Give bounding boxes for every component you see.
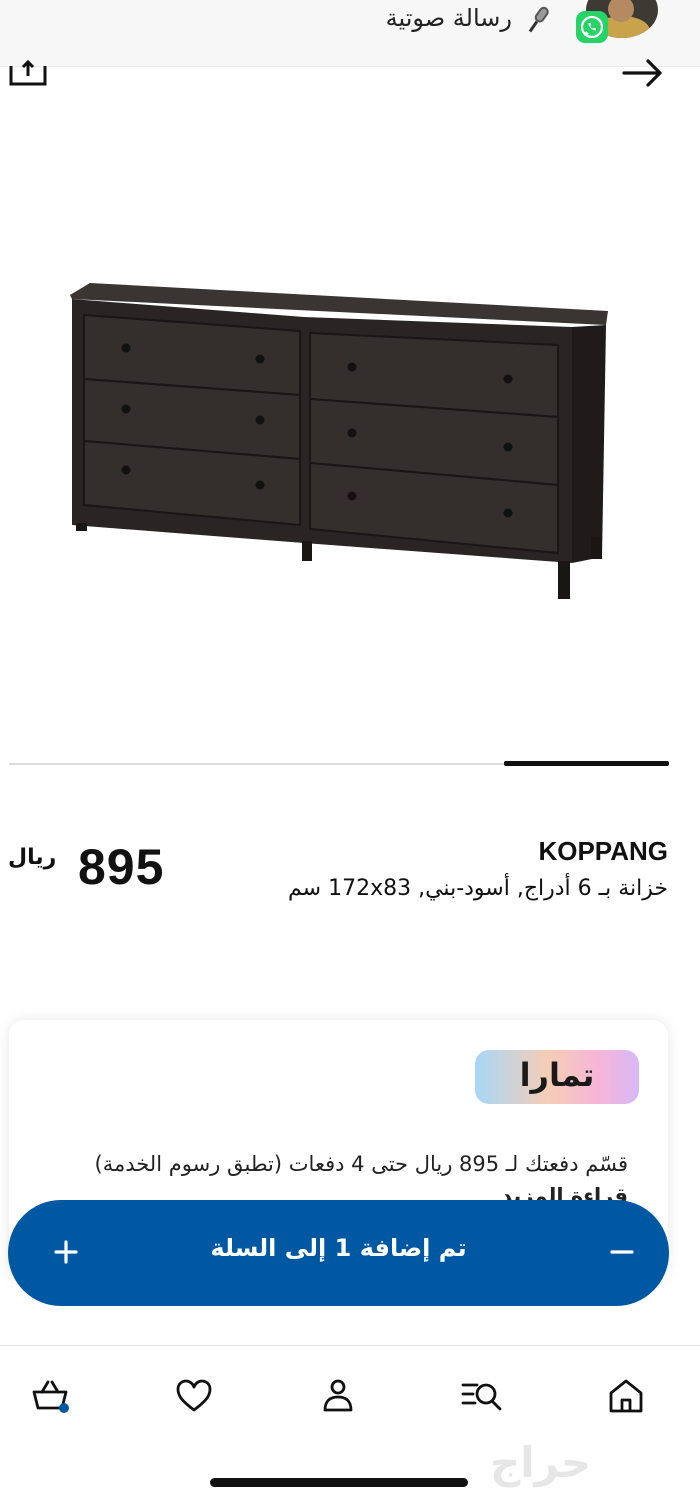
search-list-icon[interactable]: [460, 1374, 504, 1418]
tamara-logo: تمارا: [475, 1050, 639, 1104]
price-currency: ريال: [8, 845, 57, 870]
heart-icon[interactable]: [172, 1374, 216, 1418]
whatsapp-icon: [576, 11, 608, 43]
product-description: خزانة بـ 6 أدراج, أسود-بني, 172x83 سم: [288, 876, 668, 901]
share-icon[interactable]: [8, 58, 48, 88]
forward-arrow-icon[interactable]: [620, 56, 664, 90]
product-image: [70, 283, 608, 599]
home-icon[interactable]: [604, 1374, 648, 1418]
decrease-quantity-button[interactable]: [604, 1234, 640, 1270]
price-value: 895: [78, 839, 165, 895]
basket-icon[interactable]: [28, 1374, 72, 1418]
product-name: KOPPANG: [538, 836, 668, 866]
cart-quantity-bar: تم إضافة 1 إلى السلة: [8, 1200, 669, 1306]
home-indicator[interactable]: [210, 1478, 468, 1487]
watermark: حراج: [490, 1438, 592, 1487]
voice-message-label: رسالة صوتية: [385, 4, 512, 32]
cart-status-label: تم إضافة 1 إلى السلة: [210, 1234, 467, 1262]
carousel-indicator: [504, 761, 669, 766]
microphone-icon: [528, 6, 549, 33]
voice-message-banner[interactable]: رسالة صوتية: [0, 0, 700, 67]
person-icon[interactable]: [316, 1374, 360, 1418]
